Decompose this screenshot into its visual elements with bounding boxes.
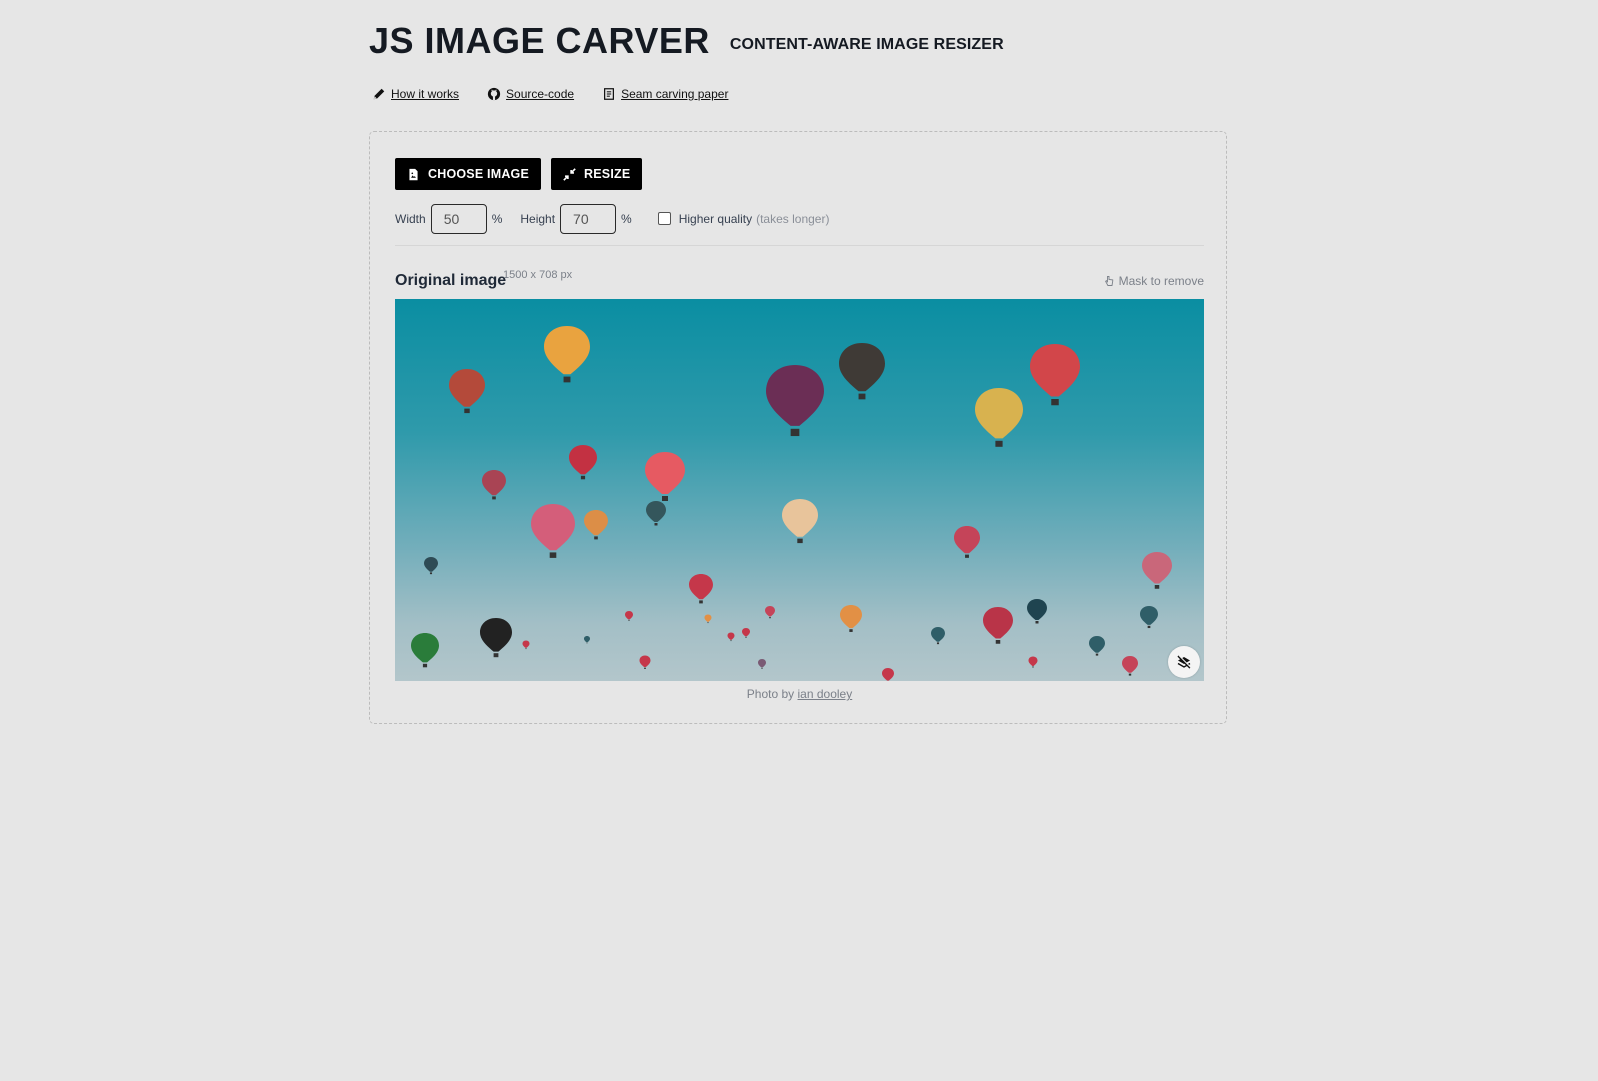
header: JS IMAGE CARVER CONTENT-AWARE IMAGE RESI… <box>369 20 1004 62</box>
seam-carving-paper-label: Seam carving paper <box>621 87 729 101</box>
width-percent: % <box>491 212 503 226</box>
layers-off-icon <box>1177 655 1192 669</box>
height-input[interactable] <box>560 204 617 234</box>
how-it-works-link[interactable]: How it works <box>372 87 459 101</box>
hot-air-balloons-photo <box>411 326 1172 681</box>
original-image <box>395 299 1204 681</box>
app-subtitle: CONTENT-AWARE IMAGE RESIZER <box>729 36 1004 53</box>
source-code-label: Source-code <box>506 87 575 101</box>
toolbar: CHOOSE IMAGE RESIZE <box>395 158 643 190</box>
how-it-works-label: How it works <box>391 87 460 101</box>
seam-carving-paper-link[interactable]: Seam carving paper <box>602 87 728 101</box>
higher-quality-label: Higher quality <box>678 212 753 226</box>
divider <box>395 245 1204 246</box>
image-dimensions: 1500 x 708 px <box>503 269 573 281</box>
compress-arrows-icon <box>563 167 576 181</box>
toggle-mask-button[interactable] <box>1168 646 1200 678</box>
size-controls: Width % Height % Higher quality (takes l… <box>395 204 829 234</box>
balloon-group <box>411 326 1172 681</box>
file-image-icon <box>409 168 418 180</box>
document-icon <box>604 88 615 100</box>
pencil-icon <box>373 88 385 100</box>
higher-quality-note: (takes longer) <box>756 212 830 226</box>
height-percent: % <box>621 212 632 226</box>
height-label: Height <box>520 212 556 226</box>
photo-credit-prefix: Photo by <box>746 687 795 701</box>
width-label: Width <box>395 212 426 226</box>
choose-image-label: CHOOSE IMAGE <box>428 167 530 181</box>
app-title: JS IMAGE CARVER <box>369 20 710 61</box>
width-input[interactable] <box>430 204 487 234</box>
nav-links: How it works Source-code Seam carving pa… <box>372 87 728 101</box>
source-code-link[interactable]: Source-code <box>487 87 574 101</box>
mask-to-remove-link[interactable]: Mask to remove <box>1103 274 1204 288</box>
original-image-title: Original image <box>395 272 507 289</box>
higher-quality-checkbox[interactable] <box>657 211 671 225</box>
carver-panel: CHOOSE IMAGE RESIZE Width % Height % Hig… <box>369 131 1227 724</box>
mask-to-remove-label: Mask to remove <box>1118 274 1204 288</box>
resize-label: RESIZE <box>584 167 631 181</box>
choose-image-button[interactable]: CHOOSE IMAGE <box>395 158 542 190</box>
resize-button[interactable]: RESIZE <box>551 158 643 190</box>
original-image-header: Original image 1500 x 708 px Mask to rem… <box>395 269 1204 292</box>
photo-author-link[interactable]: ian dooley <box>798 687 853 701</box>
photo-credit: Photo by ian dooley <box>395 687 1204 701</box>
hand-pointer-icon <box>1104 276 1113 286</box>
github-icon <box>487 87 501 101</box>
